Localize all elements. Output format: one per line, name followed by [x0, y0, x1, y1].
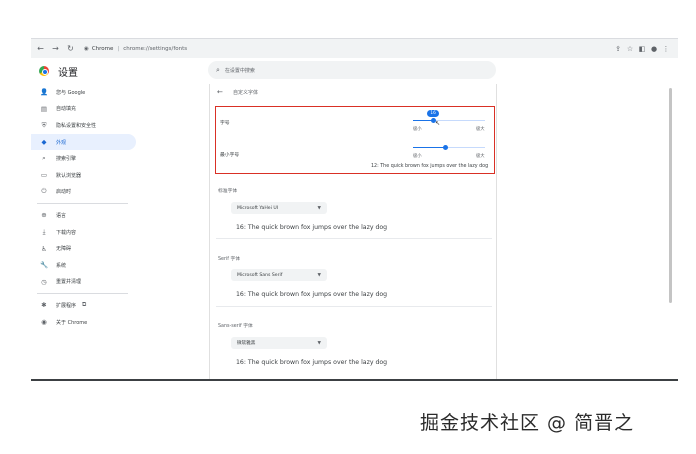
browser-window: ← → ↻ ◉ Chrome | chrome://settings/fonts… — [31, 38, 678, 381]
search-icon: ⌕ — [216, 65, 220, 74]
sidebar-item-reset[interactable]: ◷ 重置并清理 — [31, 274, 136, 291]
url-text: chrome://settings/fonts — [123, 45, 188, 52]
chrome-logo-icon — [39, 66, 49, 76]
shield-icon: ⛨ — [41, 120, 47, 129]
search-placeholder: 在设置中搜索 — [224, 67, 255, 74]
star-icon[interactable]: ☆ — [624, 45, 636, 53]
sidebar-item-you-and-google[interactable]: 👤 您与 Google — [31, 84, 136, 101]
standard-font-sample: 16: The quick brown fox jumps over the l… — [236, 224, 388, 231]
page-subheader: ← 自定义字体 — [210, 85, 496, 99]
sans-serif-font-select[interactable]: 微软雅黑 ▼ — [231, 337, 327, 349]
palette-icon: ◆ — [41, 138, 47, 147]
open-in-new-icon: ⧉ — [82, 301, 87, 309]
font-size-value-bubble: 16 — [427, 110, 440, 117]
separator: | — [117, 45, 120, 52]
min-font-size-slider-fill — [413, 147, 446, 149]
site-name: Chrome — [91, 45, 114, 52]
history-icon: ◷ — [41, 277, 47, 286]
serif-font-select[interactable]: Microsoft Sans Serif ▼ — [231, 269, 327, 281]
font-size-max-label: 极大 — [476, 127, 485, 132]
sidebar-item-extensions[interactable]: ✱ 扩展程序 ⧉ — [31, 297, 136, 314]
font-size-label: 字号 — [220, 121, 230, 126]
sidebar-item-downloads[interactable]: ⤓ 下载内容 — [31, 224, 136, 241]
globe-icon: ⊕ — [41, 211, 47, 220]
divider — [216, 238, 492, 239]
sidebar-item-appearance[interactable]: ◆ 外观 — [31, 133, 136, 151]
reload-icon[interactable]: ↻ — [65, 43, 76, 54]
min-font-size-slider-knob[interactable] — [442, 145, 448, 151]
standard-font-label: 标准字体 — [218, 189, 238, 194]
person-icon: 👤 — [40, 88, 49, 97]
sidebar-item-accessibility[interactable]: ♿ 无障碍 — [31, 240, 136, 257]
accessibility-icon: ♿ — [41, 244, 47, 253]
scrollbar-thumb[interactable] — [669, 88, 672, 303]
min-font-size-sample: 12: The quick brown fox jumps over the l… — [371, 164, 489, 169]
sidebar-item-system[interactable]: 🔧 系统 — [31, 257, 136, 274]
settings-header: 设置 ⌕ 在设置中搜索 — [31, 58, 678, 84]
min-font-size-slider[interactable] — [413, 145, 485, 151]
chrome-site-icon: ◉ — [84, 45, 89, 52]
sidebar-item-search-engine[interactable]: ⌕ 搜索引擎 — [31, 150, 136, 167]
sidebar-item-on-startup[interactable]: ⏻ 启动时 — [31, 184, 136, 201]
subpage-title: 自定义字体 — [233, 89, 259, 96]
caret-down-icon: ▼ — [317, 205, 321, 211]
power-icon: ⏻ — [41, 187, 47, 196]
serif-font-sample: 16: The quick brown fox jumps over the l… — [236, 291, 388, 298]
highlight-box: 字号 16 ↖ 极小 极大 最小字号 极小 极大 12: The quick b… — [215, 106, 495, 174]
clipboard-icon: ▤ — [40, 104, 48, 113]
sidebar: 👤 您与 Google ▤ 自动填充 ⛨ 隐私设置和安全性 ◆ 外观 ⌕ 搜索引擎 ▭ 默认… — [31, 84, 136, 379]
sidebar-item-autofill[interactable]: ▤ 自动填充 — [31, 101, 136, 118]
chrome-icon: ◉ — [41, 318, 47, 327]
arrow-left-icon[interactable]: ← — [35, 43, 46, 54]
standard-font-select[interactable]: Microsoft YaHei UI ▼ — [231, 202, 327, 214]
font-size-min-label: 极小 — [413, 127, 422, 132]
arrow-right-icon[interactable]: → — [50, 43, 61, 54]
sidebar-item-languages[interactable]: ⊕ 语言 — [31, 207, 136, 224]
menu-icon[interactable]: ⋮ — [660, 45, 672, 53]
browser-icon: ▭ — [40, 171, 48, 180]
search-icon: ⌕ — [42, 154, 46, 163]
font-size-slider[interactable]: 16 — [413, 110, 485, 124]
sidebar-divider — [37, 203, 128, 205]
profile-icon[interactable]: ● — [648, 45, 660, 53]
sidebar-item-default-browser[interactable]: ▭ 默认浏览器 — [31, 167, 136, 184]
share-icon[interactable]: ⇪ — [612, 45, 624, 53]
fonts-settings-page: ← 自定义字体 字号 16 ↖ 极小 极大 最小字号 极小 极大 12: The… — [209, 84, 497, 379]
min-font-size-max-label: 极大 — [476, 154, 485, 159]
mouse-cursor-icon: ↖ — [435, 120, 441, 127]
watermark-text: 掘金技术社区 @ 简晋之 — [420, 412, 635, 434]
puzzle-icon: ✱ — [41, 301, 47, 310]
sans-serif-font-label: Sans-serif 字体 — [218, 324, 253, 329]
min-font-size-label: 最小字号 — [220, 153, 240, 158]
arrow-back-icon[interactable]: ← — [217, 88, 227, 96]
caret-down-icon: ▼ — [317, 272, 321, 278]
sidebar-divider — [37, 293, 128, 295]
sidebar-item-about-chrome[interactable]: ◉ 关于 Chrome — [31, 314, 136, 331]
caret-down-icon: ▼ — [317, 340, 321, 346]
wrench-icon: 🔧 — [40, 261, 49, 270]
divider — [216, 306, 492, 307]
sidebar-item-privacy[interactable]: ⛨ 隐私设置和安全性 — [31, 117, 136, 134]
download-icon: ⤓ — [42, 227, 46, 236]
side-panel-icon[interactable]: ◧ — [636, 45, 648, 53]
min-font-size-min-label: 极小 — [413, 154, 422, 159]
search-input[interactable]: ⌕ 在设置中搜索 — [208, 61, 496, 79]
browser-toolbar: ← → ↻ ◉ Chrome | chrome://settings/fonts… — [31, 38, 678, 58]
address-bar[interactable]: ◉ Chrome | chrome://settings/fonts — [84, 42, 612, 56]
sans-serif-font-sample: 16: The quick brown fox jumps over the l… — [236, 359, 388, 366]
page-title: 设置 — [58, 67, 78, 79]
scrollbar[interactable] — [667, 84, 673, 379]
serif-font-label: Serif 字体 — [218, 257, 241, 262]
